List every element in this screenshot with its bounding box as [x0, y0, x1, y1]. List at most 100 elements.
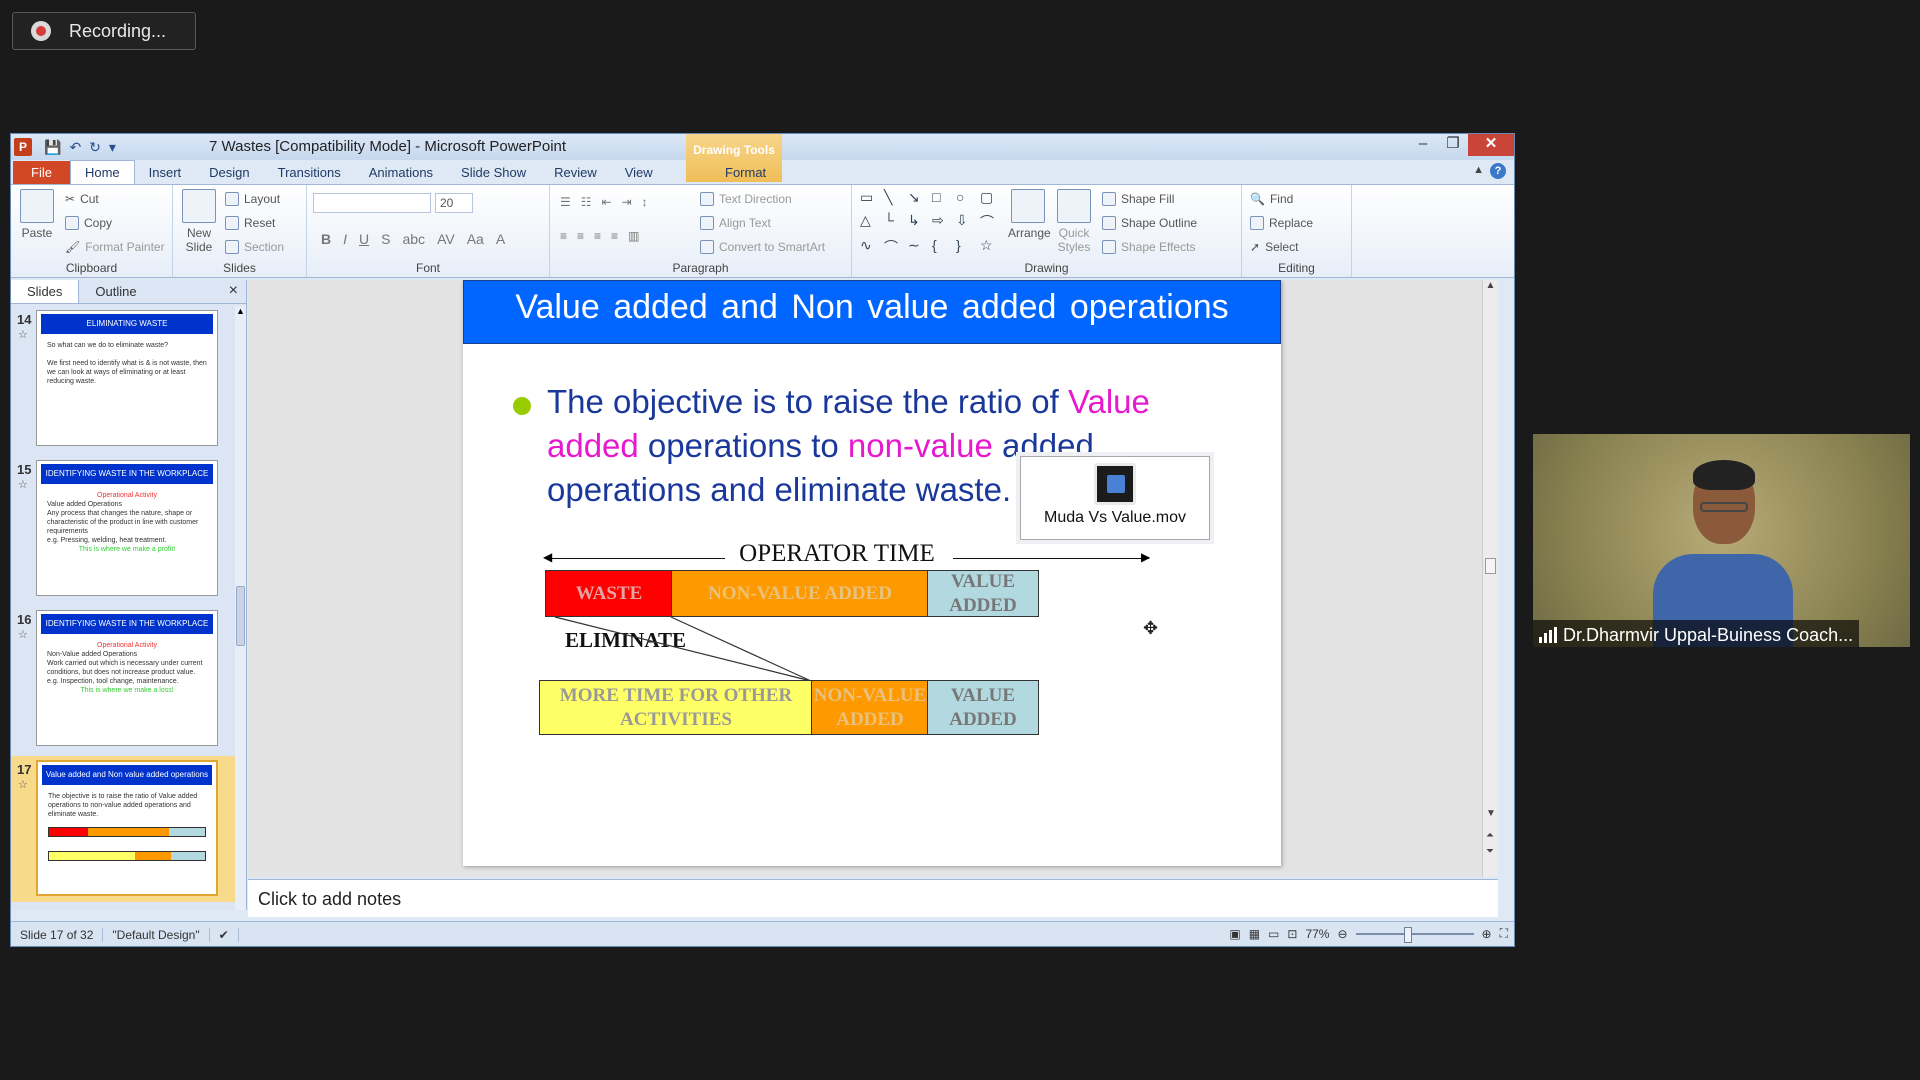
rounded-rect-shape-icon[interactable]: ▢ — [980, 189, 1000, 208]
tab-view[interactable]: View — [611, 161, 667, 184]
participant-video[interactable]: Dr.Dharmvir Uppal-Buiness Coach... — [1533, 434, 1910, 647]
elbow-arrow-shape-icon[interactable]: ↳ — [908, 212, 928, 234]
text-direction-button[interactable]: Text Direction — [700, 187, 825, 211]
tab-file[interactable]: File — [13, 161, 70, 184]
shapes-gallery[interactable]: ▭ ╲ ↘ □ ○ ▢ △ └ ↳ ⇨ ⇩ ⌒ ∿ ⌒ ∼{} ☆ — [860, 189, 996, 259]
strikethrough-icon[interactable]: abc — [402, 231, 425, 247]
find-button[interactable]: 🔍 Find — [1250, 187, 1313, 211]
numbering-icon[interactable]: ☷ — [581, 195, 592, 209]
scroll-thumb[interactable] — [1485, 558, 1496, 574]
arrange-button[interactable]: Arrange — [1008, 189, 1051, 240]
font-name-box[interactable] — [313, 193, 431, 213]
thumbnail-14[interactable]: 14 ☆ ELIMINATING WASTE So what can we do… — [11, 306, 236, 446]
previous-slide-icon[interactable]: ⏶ — [1486, 830, 1494, 841]
font-size-box[interactable]: 20 — [435, 193, 473, 213]
change-case-icon[interactable]: Aa — [467, 231, 484, 247]
wave-shape-icon[interactable]: ∼ — [908, 237, 928, 259]
reading-view-icon[interactable]: ▭ — [1268, 927, 1279, 941]
tab-transitions[interactable]: Transitions — [264, 161, 355, 184]
text-box-shape-icon[interactable]: ▭ — [860, 189, 880, 208]
minimize-button[interactable]: – — [1408, 134, 1438, 156]
slide-show-icon[interactable]: ⊡ — [1287, 927, 1297, 941]
paste-button[interactable]: Paste — [19, 189, 55, 240]
quick-styles-button[interactable]: Quick Styles — [1054, 189, 1094, 254]
save-icon[interactable]: 💾 — [44, 139, 61, 156]
line-shape-icon[interactable]: ╲ — [884, 189, 904, 208]
thumbnail-18[interactable] — [11, 908, 236, 910]
close-button[interactable]: ✕ — [1468, 134, 1514, 156]
reset-button[interactable]: Reset — [225, 211, 284, 235]
new-slide-button[interactable]: New Slide — [179, 189, 219, 254]
italic-icon[interactable]: I — [343, 231, 347, 247]
shape-outline-button[interactable]: Shape Outline — [1102, 211, 1197, 235]
zoom-in-icon[interactable]: ⊕ — [1482, 927, 1492, 941]
scroll-thumb[interactable] — [236, 586, 245, 646]
layout-button[interactable]: Layout — [225, 187, 284, 211]
zoom-level[interactable]: 77% — [1305, 927, 1329, 941]
select-button[interactable]: ➚ Select — [1250, 235, 1313, 259]
shadow-icon[interactable]: S — [381, 231, 390, 247]
line-spacing-icon[interactable]: ↕ — [642, 195, 648, 209]
cut-button[interactable]: ✂ Cut — [65, 187, 165, 211]
slide-sorter-icon[interactable]: ▦ — [1249, 927, 1260, 941]
align-right-icon[interactable]: ≡ — [594, 229, 601, 243]
customize-qat-icon[interactable]: ▾ — [109, 139, 116, 156]
minimize-ribbon-icon[interactable]: ▲ — [1473, 164, 1484, 176]
replace-button[interactable]: Replace — [1250, 211, 1313, 235]
normal-view-icon[interactable]: ▣ — [1229, 927, 1240, 941]
convert-smartart-button[interactable]: Convert to SmartArt — [700, 235, 825, 259]
tab-slides[interactable]: Slides — [11, 280, 80, 303]
tab-insert[interactable]: Insert — [135, 161, 196, 184]
arrow-line-shape-icon[interactable]: ↘ — [908, 189, 928, 208]
section-button[interactable]: Section — [225, 235, 284, 259]
freeform-shape-icon[interactable]: ⌒ — [980, 212, 1000, 234]
character-spacing-icon[interactable]: AV — [437, 231, 455, 247]
theme-name[interactable]: "Default Design" — [103, 927, 210, 942]
tab-slide-show[interactable]: Slide Show — [447, 161, 540, 184]
tab-animations[interactable]: Animations — [355, 161, 447, 184]
spell-check-icon[interactable]: ✔ — [210, 927, 239, 942]
increase-indent-icon[interactable]: ⇥ — [622, 195, 632, 209]
tab-format[interactable]: Format — [711, 161, 780, 184]
next-slide-icon[interactable]: ⏷ — [1486, 846, 1494, 857]
scroll-up-icon[interactable]: ▲ — [1483, 280, 1498, 291]
copy-button[interactable]: Copy — [65, 211, 165, 235]
decrease-indent-icon[interactable]: ⇤ — [602, 195, 612, 209]
shape-fill-button[interactable]: Shape Fill — [1102, 187, 1197, 211]
rectangle-shape-icon[interactable]: □ — [932, 189, 952, 208]
right-arrow-shape-icon[interactable]: ⇨ — [932, 212, 952, 234]
slide-scrollbar[interactable]: ▲ ▼ ⏶ ⏷ — [1482, 280, 1498, 877]
right-brace-shape-icon[interactable]: } — [956, 237, 976, 259]
zoom-slider[interactable] — [1355, 926, 1474, 943]
star-shape-icon[interactable]: ☆ — [980, 237, 1000, 259]
help-icon[interactable]: ? — [1490, 163, 1506, 179]
justify-icon[interactable]: ≡ — [611, 229, 618, 243]
fit-to-window-icon[interactable]: ⛶ — [1500, 926, 1508, 941]
align-left-icon[interactable]: ≡ — [560, 229, 567, 243]
thumbnail-17[interactable]: 17 ☆ Value added and Non value added ope… — [11, 756, 236, 902]
font-color-icon[interactable]: A — [496, 231, 505, 247]
scroll-down-icon[interactable]: ▼ — [1486, 808, 1496, 819]
format-painter-button[interactable]: 🖌 Format Painter — [65, 235, 165, 259]
scroll-up-icon[interactable]: ▲ — [235, 306, 246, 316]
slide-canvas[interactable]: Value added and Non value added operatio… — [463, 280, 1281, 866]
bullets-icon[interactable]: ☰ — [560, 195, 571, 209]
curve-shape-icon[interactable]: ∿ — [860, 237, 880, 259]
arc-shape-icon[interactable]: ⌒ — [884, 237, 904, 259]
powerpoint-logo-icon[interactable]: P — [14, 138, 32, 156]
zoom-out-icon[interactable]: ⊖ — [1337, 927, 1347, 941]
reduced-non-value-box[interactable]: NON-VALUE ADDED — [811, 680, 929, 735]
more-time-box[interactable]: MORE TIME FOR OTHER ACTIVITIES — [539, 680, 813, 735]
align-text-button[interactable]: Align Text — [700, 211, 825, 235]
tab-outline[interactable]: Outline — [79, 280, 152, 303]
thumbnail-scrollbar[interactable]: ▲ — [235, 306, 246, 910]
left-brace-shape-icon[interactable]: { — [932, 237, 952, 259]
oval-shape-icon[interactable]: ○ — [956, 189, 976, 208]
restore-button[interactable]: ❐ — [1438, 134, 1468, 156]
tab-home[interactable]: Home — [69, 160, 135, 184]
bold-icon[interactable]: B — [321, 231, 331, 247]
close-pane-icon[interactable]: × — [229, 282, 238, 300]
reduced-value-added-box[interactable]: VALUE ADDED — [927, 680, 1039, 735]
thumbnail-15[interactable]: 15 ☆ IDENTIFYING WASTE IN THE WORKPLACE … — [11, 456, 236, 596]
triangle-shape-icon[interactable]: △ — [860, 212, 880, 234]
